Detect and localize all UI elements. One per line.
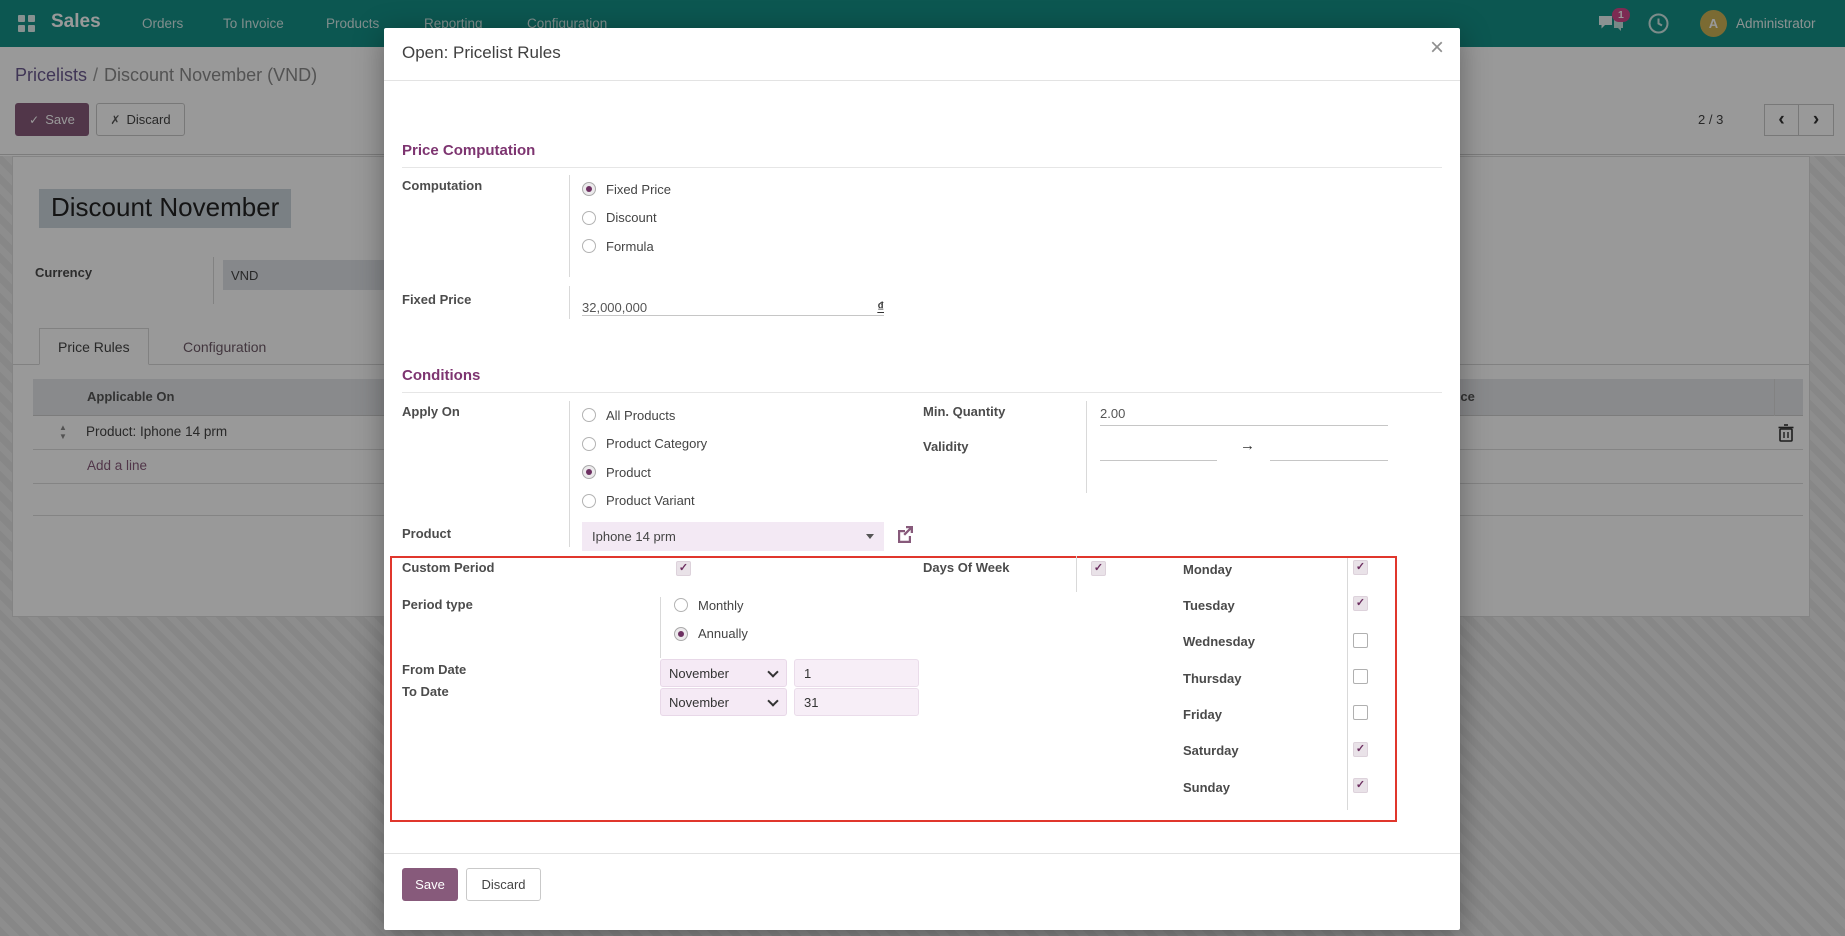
radio-option-label: Fixed Price — [606, 182, 671, 197]
modal-footer: Save Discard — [384, 853, 1460, 930]
min-quantity-label: Min. Quantity — [923, 404, 1005, 419]
day-checkbox-thursday[interactable] — [1353, 669, 1368, 684]
computation-radio-group[interactable]: Fixed Price Discount Formula — [582, 175, 671, 261]
radio-option-fixed-price[interactable]: Fixed Price — [582, 175, 671, 204]
days-of-week-label: Days Of Week — [923, 560, 1009, 575]
radio-option-label: All Products — [606, 408, 675, 423]
radio-option-label: Annually — [698, 626, 748, 641]
group-separator — [1076, 556, 1077, 592]
group-separator — [569, 286, 570, 319]
fixed-price-input[interactable] — [582, 300, 877, 315]
product-value: Iphone 14 prm — [592, 529, 676, 544]
section-price-computation: Price Computation — [402, 142, 1442, 168]
product-field[interactable]: Iphone 14 prm — [582, 522, 884, 551]
days-of-week-master-checkbox[interactable]: ✓ — [1091, 561, 1106, 576]
radio-option-label: Discount — [606, 210, 657, 225]
day-row-wednesday: Wednesday — [1183, 630, 1378, 654]
radio-option-annually[interactable]: Annually — [674, 620, 748, 649]
close-icon[interactable]: × — [1430, 36, 1444, 60]
radio-button-icon[interactable] — [582, 494, 596, 508]
radio-option-product-category[interactable]: Product Category — [582, 430, 707, 459]
day-label: Wednesday — [1183, 634, 1255, 649]
from-day-input[interactable] — [794, 659, 919, 687]
dropdown-caret-icon[interactable] — [866, 534, 874, 539]
from-month-select-wrap: November — [660, 659, 787, 687]
group-separator — [660, 597, 661, 658]
day-checkbox-tuesday[interactable]: ✓ — [1353, 596, 1368, 611]
day-row-sunday: Sunday ✓ — [1183, 775, 1378, 799]
section-conditions: Conditions — [402, 367, 1442, 393]
day-row-friday: Friday — [1183, 702, 1378, 726]
radio-button-icon[interactable] — [582, 239, 596, 253]
product-label: Product — [402, 526, 451, 541]
radio-button-icon[interactable] — [582, 211, 596, 225]
radio-button-icon[interactable] — [582, 437, 596, 451]
day-row-thursday: Thursday — [1183, 666, 1378, 690]
validity-start-input[interactable] — [1100, 436, 1217, 461]
external-link-icon[interactable] — [896, 525, 914, 543]
currency-symbol: ₫ — [877, 299, 884, 315]
radio-button-icon[interactable] — [582, 408, 596, 422]
validity-arrow-icon: → — [1240, 437, 1255, 454]
apply-on-radio-group[interactable]: All Products Product Category Product Produ… — [582, 401, 707, 515]
day-checkbox-sunday[interactable]: ✓ — [1353, 778, 1368, 793]
day-row-saturday: Saturday ✓ — [1183, 739, 1378, 763]
modal-save-button[interactable]: Save — [402, 868, 458, 901]
radio-button-icon[interactable] — [582, 182, 596, 196]
day-checkbox-friday[interactable] — [1353, 705, 1368, 720]
screen: Sales Orders To Invoice Products Reporti… — [0, 0, 1845, 936]
to-month-select[interactable]: November — [660, 688, 787, 716]
day-row-tuesday: Tuesday ✓ — [1183, 593, 1378, 617]
radio-option-monthly[interactable]: Monthly — [674, 591, 748, 620]
from-month-select[interactable]: November — [660, 659, 787, 687]
modal-discard-button[interactable]: Discard — [466, 868, 541, 901]
computation-label: Computation — [402, 178, 482, 193]
to-month-select-wrap: November — [660, 688, 787, 716]
day-label: Sunday — [1183, 780, 1230, 795]
custom-period-checkbox[interactable]: ✓ — [676, 561, 691, 576]
validity-end-input[interactable] — [1270, 436, 1388, 461]
radio-option-label: Product Variant — [606, 493, 695, 508]
day-label: Monday — [1183, 562, 1232, 577]
fixed-price-field: ₫ — [582, 288, 884, 316]
to-date-label: To Date — [402, 684, 449, 699]
days-of-week-list: Monday ✓ Tuesday ✓ Wednesday Thursday Friday Sa… — [1183, 557, 1378, 817]
day-checkbox-monday[interactable]: ✓ — [1353, 560, 1368, 575]
day-label: Tuesday — [1183, 598, 1235, 613]
pricelist-rules-modal: Open: Pricelist Rules × Price Computatio… — [384, 28, 1460, 930]
min-quantity-input[interactable] — [1100, 401, 1388, 426]
radio-option-label: Product Category — [606, 436, 707, 451]
radio-option-formula[interactable]: Formula — [582, 232, 671, 261]
custom-period-label: Custom Period — [402, 560, 494, 575]
day-label: Saturday — [1183, 743, 1239, 758]
group-separator — [569, 175, 570, 277]
radio-option-product-variant[interactable]: Product Variant — [582, 487, 707, 516]
radio-option-label: Product — [606, 465, 651, 480]
from-date-label: From Date — [402, 662, 466, 677]
radio-option-product[interactable]: Product — [582, 458, 707, 487]
validity-label: Validity — [923, 439, 969, 454]
day-checkbox-saturday[interactable]: ✓ — [1353, 742, 1368, 757]
day-checkbox-wednesday[interactable] — [1353, 633, 1368, 648]
group-separator — [569, 401, 570, 547]
period-type-radio-group[interactable]: Monthly Annually — [674, 591, 748, 648]
radio-option-label: Monthly — [698, 598, 744, 613]
group-separator — [1086, 401, 1087, 493]
radio-option-label: Formula — [606, 239, 654, 254]
period-type-label: Period type — [402, 597, 473, 612]
day-row-monday: Monday ✓ — [1183, 557, 1378, 581]
to-day-input[interactable] — [794, 688, 919, 716]
radio-option-all-products[interactable]: All Products — [582, 401, 707, 430]
day-label: Thursday — [1183, 671, 1242, 686]
fixed-price-label: Fixed Price — [402, 292, 471, 307]
radio-button-icon[interactable] — [674, 598, 688, 612]
day-label: Friday — [1183, 707, 1222, 722]
apply-on-label: Apply On — [402, 404, 460, 419]
modal-title: Open: Pricelist Rules — [402, 43, 561, 63]
modal-header: Open: Pricelist Rules × — [384, 28, 1460, 81]
radio-button-icon[interactable] — [674, 627, 688, 641]
radio-button-icon[interactable] — [582, 465, 596, 479]
radio-option-discount[interactable]: Discount — [582, 204, 671, 233]
